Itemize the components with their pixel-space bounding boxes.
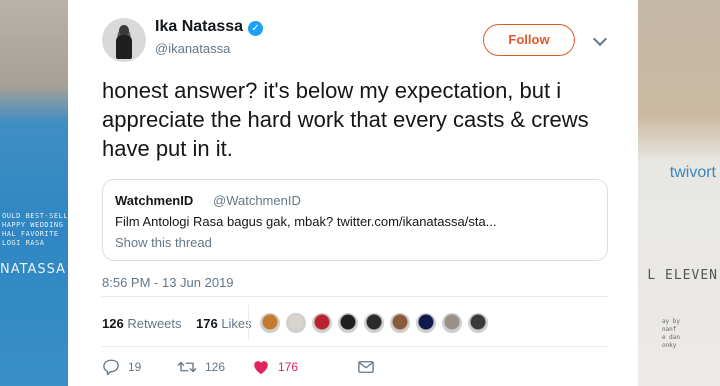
- liker-avatar[interactable]: [467, 312, 489, 334]
- reply-icon: [103, 359, 119, 376]
- tweet-timestamp[interactable]: 8:56 PM - 13 Jun 2019: [102, 275, 234, 290]
- bg-text-line: onky: [661, 342, 677, 349]
- envelope-icon: [358, 361, 374, 373]
- retweets-stat[interactable]: 126 Retweets: [102, 316, 182, 331]
- likes-stat[interactable]: 176 Likes: [196, 316, 252, 331]
- liker-avatar[interactable]: [415, 312, 437, 334]
- liker-avatar[interactable]: [259, 312, 281, 334]
- tweet-stats: 126 Retweets 176 Likes: [102, 316, 252, 331]
- tweet-actions: 19 126 176: [102, 356, 608, 378]
- message-action[interactable]: [357, 356, 375, 378]
- bg-text-line: ay by: [661, 318, 680, 325]
- retweet-icon: [177, 361, 197, 373]
- quoted-author-handle: @WatchmenID: [213, 193, 301, 208]
- divider: [102, 346, 608, 347]
- liker-avatar[interactable]: [285, 312, 307, 334]
- like-count: 176: [278, 360, 299, 374]
- reply-count: 19: [128, 360, 142, 374]
- stats-separator: [248, 305, 249, 339]
- background-left-small-text: OULD BEST-SELLER HAPPY WEDDING HAL FAVOR…: [2, 212, 77, 248]
- liker-avatar[interactable]: [311, 312, 333, 334]
- like-action[interactable]: 176: [252, 356, 298, 378]
- reply-action[interactable]: 19: [102, 356, 141, 378]
- show-thread-link[interactable]: Show this thread: [115, 235, 212, 250]
- quoted-tweet-text: Film Antologi Rasa bagus gak, mbak? twit…: [115, 214, 497, 229]
- background-left-panel: [0, 0, 70, 386]
- background-left-title: NATASSA: [0, 262, 67, 277]
- verified-badge-icon: ✓: [248, 21, 263, 36]
- author-name[interactable]: Ika Natassa: [155, 18, 243, 36]
- retweets-count: 126: [102, 316, 124, 331]
- bg-text-line: e dan: [661, 334, 680, 341]
- heart-icon: [254, 361, 268, 375]
- tweet-text: honest answer? it's below my expectation…: [102, 78, 589, 161]
- bg-text-line: HAPPY WEDDING: [2, 221, 64, 229]
- liker-avatar[interactable]: [389, 312, 411, 334]
- retweet-count: 126: [205, 360, 226, 374]
- avatar-body: [116, 35, 132, 59]
- chevron-down-icon[interactable]: [592, 31, 608, 47]
- bg-text-line: OULD BEST-SELLER: [2, 212, 78, 220]
- quoted-author-name: WatchmenID: [115, 193, 194, 208]
- quoted-tweet[interactable]: WatchmenID @WatchmenID Film Antologi Ras…: [102, 179, 608, 261]
- background-right-title: L ELEVEN: [647, 268, 718, 283]
- author-avatar[interactable]: [102, 18, 146, 62]
- tweet-card: Ika Natassa ✓ @ikanatassa Follow honest …: [68, 0, 638, 386]
- bg-text-line: nanf: [661, 326, 677, 333]
- bg-text-line: LOGI RASA: [2, 239, 45, 247]
- retweet-action[interactable]: 126: [177, 356, 225, 378]
- liker-avatar[interactable]: [337, 312, 359, 334]
- retweets-label: Retweets: [127, 316, 182, 331]
- background-right-small-text: ay by nanf e dan onky: [662, 318, 680, 350]
- author-handle[interactable]: @ikanatassa: [155, 41, 230, 56]
- liker-avatar[interactable]: [363, 312, 385, 334]
- liker-avatar[interactable]: [441, 312, 463, 334]
- bg-text-line: HAL FAVORITE: [2, 230, 59, 238]
- likes-count: 176: [195, 316, 218, 331]
- follow-button[interactable]: Follow: [483, 24, 575, 56]
- background-right-text: twivort: [669, 164, 716, 181]
- divider: [102, 296, 608, 297]
